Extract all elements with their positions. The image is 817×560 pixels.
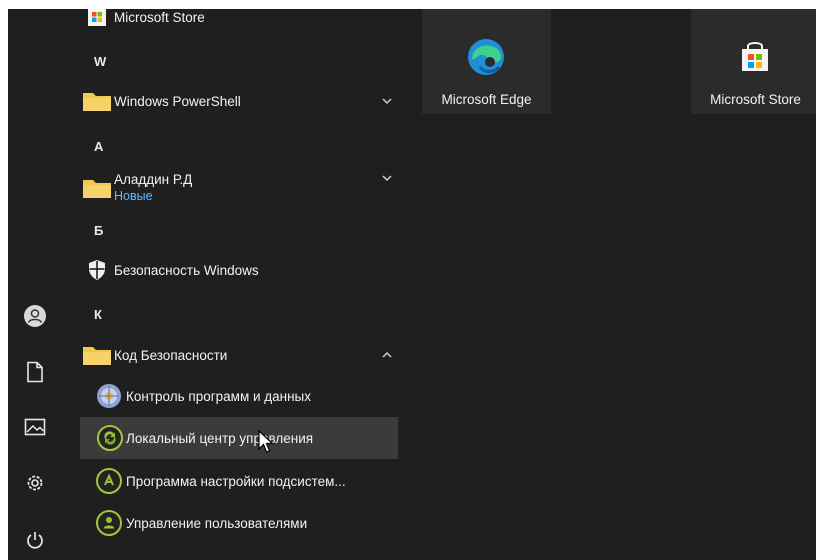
list-item-label: Контроль программ и данных	[126, 388, 312, 404]
list-item-label: Безопасность Windows	[114, 262, 259, 278]
pictures-button[interactable]	[22, 414, 48, 440]
list-item-aladdin[interactable]: Аладдин Р.Д Новые	[80, 166, 398, 210]
settings-button[interactable]	[22, 470, 48, 496]
app-globe-icon	[92, 383, 126, 409]
user-avatar-icon	[24, 305, 46, 327]
app-settings-icon	[92, 468, 126, 494]
user-account-button[interactable]	[22, 303, 48, 329]
list-item-label: Microsoft Store	[114, 9, 205, 25]
list-item-subsystem-settings[interactable]: Программа настройки подсистем...	[92, 461, 398, 501]
list-item-label: Windows PowerShell	[114, 93, 241, 109]
list-item-kod-bezopasnosti[interactable]: Код Безопасности	[80, 335, 398, 375]
list-item-user-management[interactable]: Управление пользователями	[92, 503, 398, 543]
power-button[interactable]	[22, 527, 48, 553]
edge-icon	[468, 39, 504, 75]
tile-microsoft-store[interactable]: Microsoft Store	[691, 9, 816, 114]
list-item-windows-security[interactable]: Безопасность Windows	[80, 250, 398, 290]
list-item-label: Локальный центр управления	[126, 430, 314, 446]
list-item-label: Код Безопасности	[114, 347, 228, 363]
folder-icon	[80, 344, 114, 366]
gear-icon	[27, 475, 43, 491]
document-icon	[27, 361, 43, 383]
folder-icon	[80, 177, 114, 199]
start-menu: Microsoft Store W Windows PowerShell А А…	[8, 9, 816, 560]
letter-header-b[interactable]: Б	[94, 223, 103, 238]
app-users-icon	[92, 510, 126, 536]
image-icon	[24, 418, 46, 436]
chevron-down-icon[interactable]	[380, 171, 394, 185]
letter-header-k[interactable]: К	[94, 307, 102, 322]
mouse-cursor-icon	[258, 430, 274, 453]
list-item-label: Программа настройки подсистем...	[126, 473, 346, 489]
power-icon	[27, 532, 43, 549]
documents-button[interactable]	[22, 359, 48, 385]
list-item-label: Аладдин Р.Д	[114, 172, 193, 187]
folder-icon	[80, 90, 114, 112]
shield-icon	[80, 259, 114, 281]
tile-microsoft-edge[interactable]: Microsoft Edge	[422, 9, 551, 114]
list-item-windows-powershell[interactable]: Windows PowerShell	[80, 81, 398, 121]
app-list: Microsoft Store W Windows PowerShell А А…	[68, 9, 404, 560]
tile-label: Microsoft Edge	[441, 92, 532, 107]
store-bag-icon	[742, 42, 768, 71]
store-icon	[80, 9, 114, 27]
chevron-up-icon[interactable]	[380, 348, 394, 362]
letter-header-a[interactable]: А	[94, 139, 103, 154]
letter-header-w[interactable]: W	[94, 54, 106, 69]
list-item-local-center[interactable]: Локальный центр управления	[80, 417, 398, 459]
chevron-down-icon[interactable]	[380, 94, 394, 108]
app-refresh-icon	[94, 425, 126, 451]
start-rail	[8, 9, 68, 560]
list-item-control-programs[interactable]: Контроль программ и данных	[92, 376, 398, 416]
tile-label: Microsoft Store	[710, 92, 801, 107]
new-badge: Новые	[114, 189, 153, 203]
list-item-label: Управление пользователями	[126, 515, 308, 531]
list-item-microsoft-store[interactable]: Microsoft Store	[80, 9, 398, 37]
